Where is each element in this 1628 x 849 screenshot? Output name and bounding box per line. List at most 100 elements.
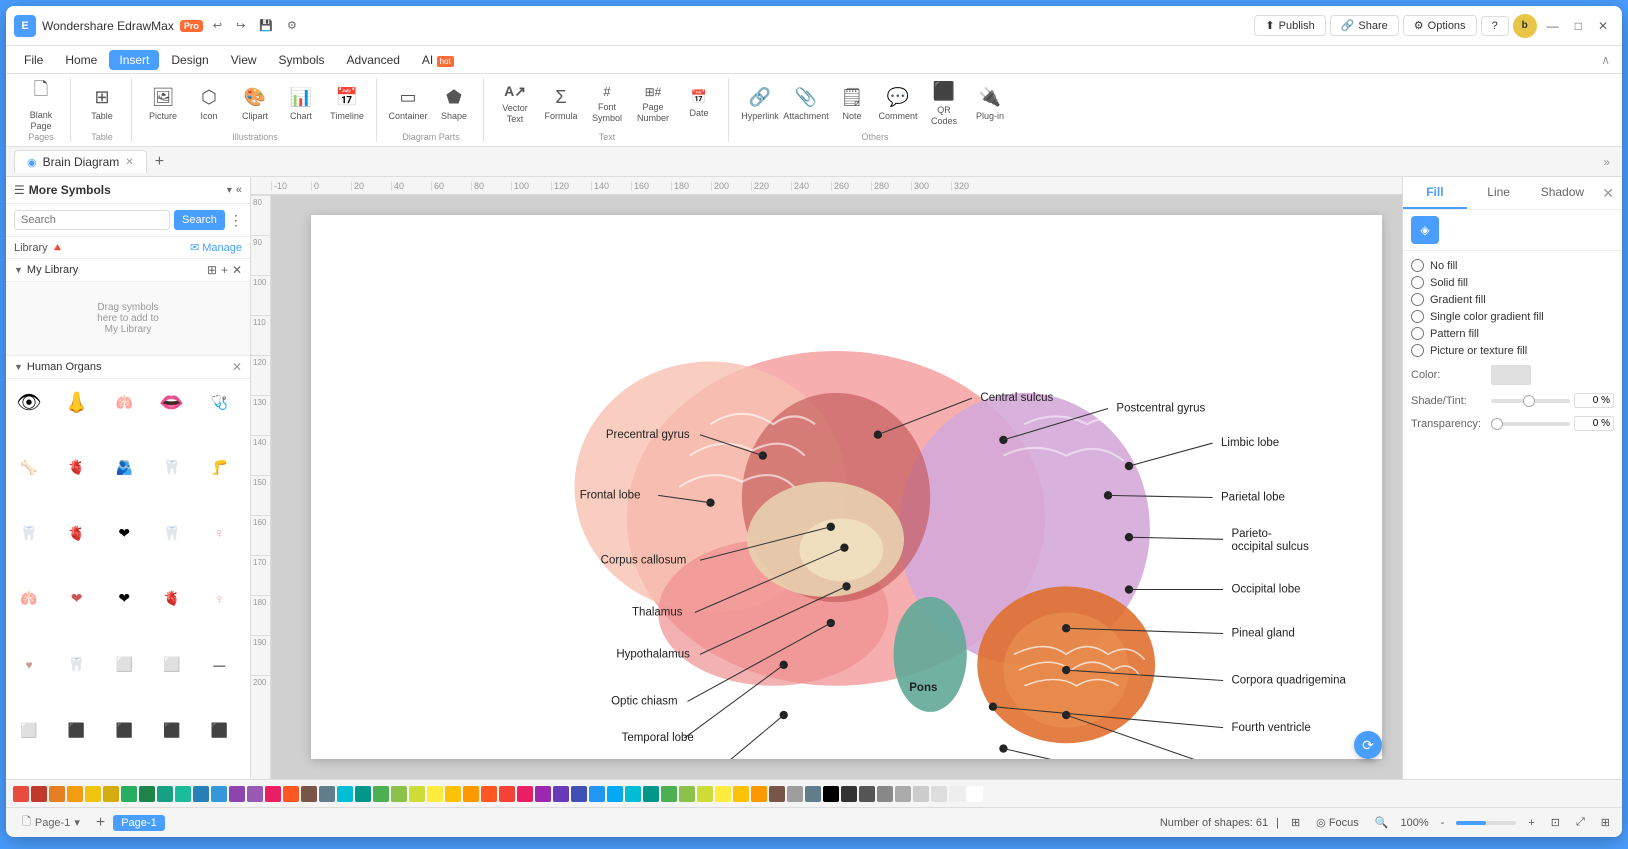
fill-none-radio[interactable] — [1411, 259, 1424, 272]
add-page-button[interactable]: + — [96, 814, 105, 832]
shade-slider-thumb[interactable] — [1523, 395, 1535, 407]
zoom-out-btn[interactable]: 🔍 — [1371, 814, 1393, 831]
layer-btn[interactable]: ⊞ — [1287, 814, 1304, 831]
fill-option-pattern[interactable]: Pattern fill — [1411, 327, 1614, 340]
palette-color-swatch[interactable] — [355, 786, 371, 802]
fill-option-single-gradient[interactable]: Single color gradient fill — [1411, 310, 1614, 323]
menu-advanced[interactable]: Advanced — [337, 50, 410, 70]
palette-color-swatch[interactable] — [283, 786, 299, 802]
page-tab-1[interactable]: 🗋 Page-1 ▾ — [14, 811, 88, 834]
palette-color-swatch[interactable] — [409, 786, 425, 802]
palette-color-swatch[interactable] — [859, 786, 875, 802]
redo-button[interactable]: ↪ — [232, 17, 249, 34]
menu-insert[interactable]: Insert — [109, 50, 159, 70]
palette-color-swatch[interactable] — [463, 786, 479, 802]
date-button[interactable]: 📅 Date — [676, 78, 722, 130]
panel-collapse-right[interactable]: » — [1599, 151, 1614, 173]
palette-color-swatch[interactable] — [373, 786, 389, 802]
palette-color-swatch[interactable] — [679, 786, 695, 802]
zoom-out-minus[interactable]: - — [1437, 815, 1449, 831]
menu-design[interactable]: Design — [161, 50, 218, 70]
plugin-button[interactable]: 🔌 Plug-in — [967, 78, 1013, 130]
symbol-item-17[interactable]: ❤ — [58, 580, 96, 618]
maximize-button[interactable]: □ — [1569, 17, 1588, 35]
shade-value[interactable] — [1574, 393, 1614, 408]
close-button[interactable]: ✕ — [1592, 17, 1614, 35]
palette-color-swatch[interactable] — [85, 786, 101, 802]
panel-collapse-btn[interactable]: « — [236, 184, 242, 196]
palette-color-swatch[interactable] — [733, 786, 749, 802]
font-symbol-button[interactable]: # FontSymbol — [584, 78, 630, 130]
symbol-item-19[interactable]: 🫀 — [153, 580, 191, 618]
symbol-item-9[interactable]: 🦷 — [153, 449, 191, 487]
palette-color-swatch[interactable] — [445, 786, 461, 802]
zoom-in-plus[interactable]: + — [1524, 815, 1538, 831]
symbol-mouth[interactable]: 👄 — [153, 383, 191, 421]
tab-shadow[interactable]: Shadow — [1531, 177, 1595, 209]
symbol-item-16[interactable]: 🫁 — [10, 580, 48, 618]
fill-picture-radio[interactable] — [1411, 344, 1424, 357]
palette-color-swatch[interactable] — [157, 786, 173, 802]
symbol-item-7[interactable]: 🫀 — [58, 449, 96, 487]
symbol-eye[interactable]: 👁 — [10, 383, 48, 421]
extra-btn[interactable]: ⚙ — [283, 17, 301, 34]
palette-color-swatch[interactable] — [571, 786, 587, 802]
fill-gradient-radio[interactable] — [1411, 293, 1424, 306]
help-button[interactable]: ? — [1481, 16, 1509, 36]
comment-button[interactable]: 💬 Comment — [875, 78, 921, 130]
clipart-button[interactable]: 🎨 Clipart — [232, 78, 278, 130]
transparency-slider[interactable] — [1491, 422, 1570, 426]
fill-option-solid[interactable]: Solid fill — [1411, 276, 1614, 289]
toolbar-collapse-btn[interactable]: ∧ — [1597, 49, 1614, 71]
attachment-button[interactable]: 📎 Attachment — [783, 78, 829, 130]
symbol-item-6[interactable]: 🦴 — [10, 449, 48, 487]
palette-color-swatch[interactable] — [49, 786, 65, 802]
symbol-item-5[interactable]: 🩺 — [200, 383, 238, 421]
minimize-button[interactable]: — — [1541, 17, 1565, 35]
chart-button[interactable]: 📊 Chart — [278, 78, 324, 130]
symbol-item-30[interactable]: ⬛ — [200, 711, 238, 749]
symbol-item-25[interactable]: — — [200, 646, 238, 684]
palette-color-swatch[interactable] — [931, 786, 947, 802]
search-button[interactable]: Search — [174, 210, 225, 230]
add-tab-button[interactable]: + — [149, 151, 170, 173]
fullscreen-btn[interactable]: ⤢ — [1572, 814, 1589, 831]
symbol-item-15[interactable]: ♀ — [200, 514, 238, 552]
symbol-nose[interactable]: 👃 — [58, 383, 96, 421]
tab-close-icon[interactable]: ✕ — [125, 157, 133, 168]
palette-color-swatch[interactable] — [337, 786, 353, 802]
palette-color-swatch[interactable] — [895, 786, 911, 802]
zoom-slider[interactable] — [1456, 821, 1516, 825]
palette-color-swatch[interactable] — [139, 786, 155, 802]
human-organs-close[interactable]: ✕ — [232, 360, 242, 374]
palette-color-swatch[interactable] — [643, 786, 659, 802]
symbol-item-11[interactable]: 🦷 — [10, 514, 48, 552]
palette-color-swatch[interactable] — [661, 786, 677, 802]
transparency-slider-thumb[interactable] — [1491, 418, 1503, 430]
symbol-item-8[interactable]: 🫂 — [105, 449, 143, 487]
menu-view[interactable]: View — [221, 50, 267, 70]
fill-single-gradient-radio[interactable] — [1411, 310, 1424, 323]
canvas[interactable]: Central sulcus Postcentral gyrus Precent… — [271, 195, 1402, 779]
symbol-item-13[interactable]: ❤ — [105, 514, 143, 552]
symbol-item-10[interactable]: 🦵 — [200, 449, 238, 487]
fill-pattern-radio[interactable] — [1411, 327, 1424, 340]
table-button[interactable]: ⊞ Table — [79, 78, 125, 130]
palette-color-swatch[interactable] — [121, 786, 137, 802]
palette-color-swatch[interactable] — [67, 786, 83, 802]
palette-color-swatch[interactable] — [31, 786, 47, 802]
tab-brain-diagram[interactable]: ◉ Brain Diagram ✕ — [14, 150, 147, 173]
page-tab-active[interactable]: Page-1 — [113, 815, 164, 831]
symbol-item-18[interactable]: ❤ — [105, 580, 143, 618]
palette-color-swatch[interactable] — [877, 786, 893, 802]
symbol-item-24[interactable]: ⬜ — [153, 646, 191, 684]
fill-option-none[interactable]: No fill — [1411, 259, 1614, 272]
vector-text-button[interactable]: A↗ VectorText — [492, 78, 538, 130]
ml-close-btn[interactable]: ✕ — [232, 263, 242, 277]
palette-color-swatch[interactable] — [229, 786, 245, 802]
palette-color-swatch[interactable] — [913, 786, 929, 802]
ml-copy-btn[interactable]: ⊞ — [207, 263, 217, 277]
palette-color-swatch[interactable] — [769, 786, 785, 802]
timeline-button[interactable]: 📅 Timeline — [324, 78, 370, 130]
palette-color-swatch[interactable] — [13, 786, 29, 802]
